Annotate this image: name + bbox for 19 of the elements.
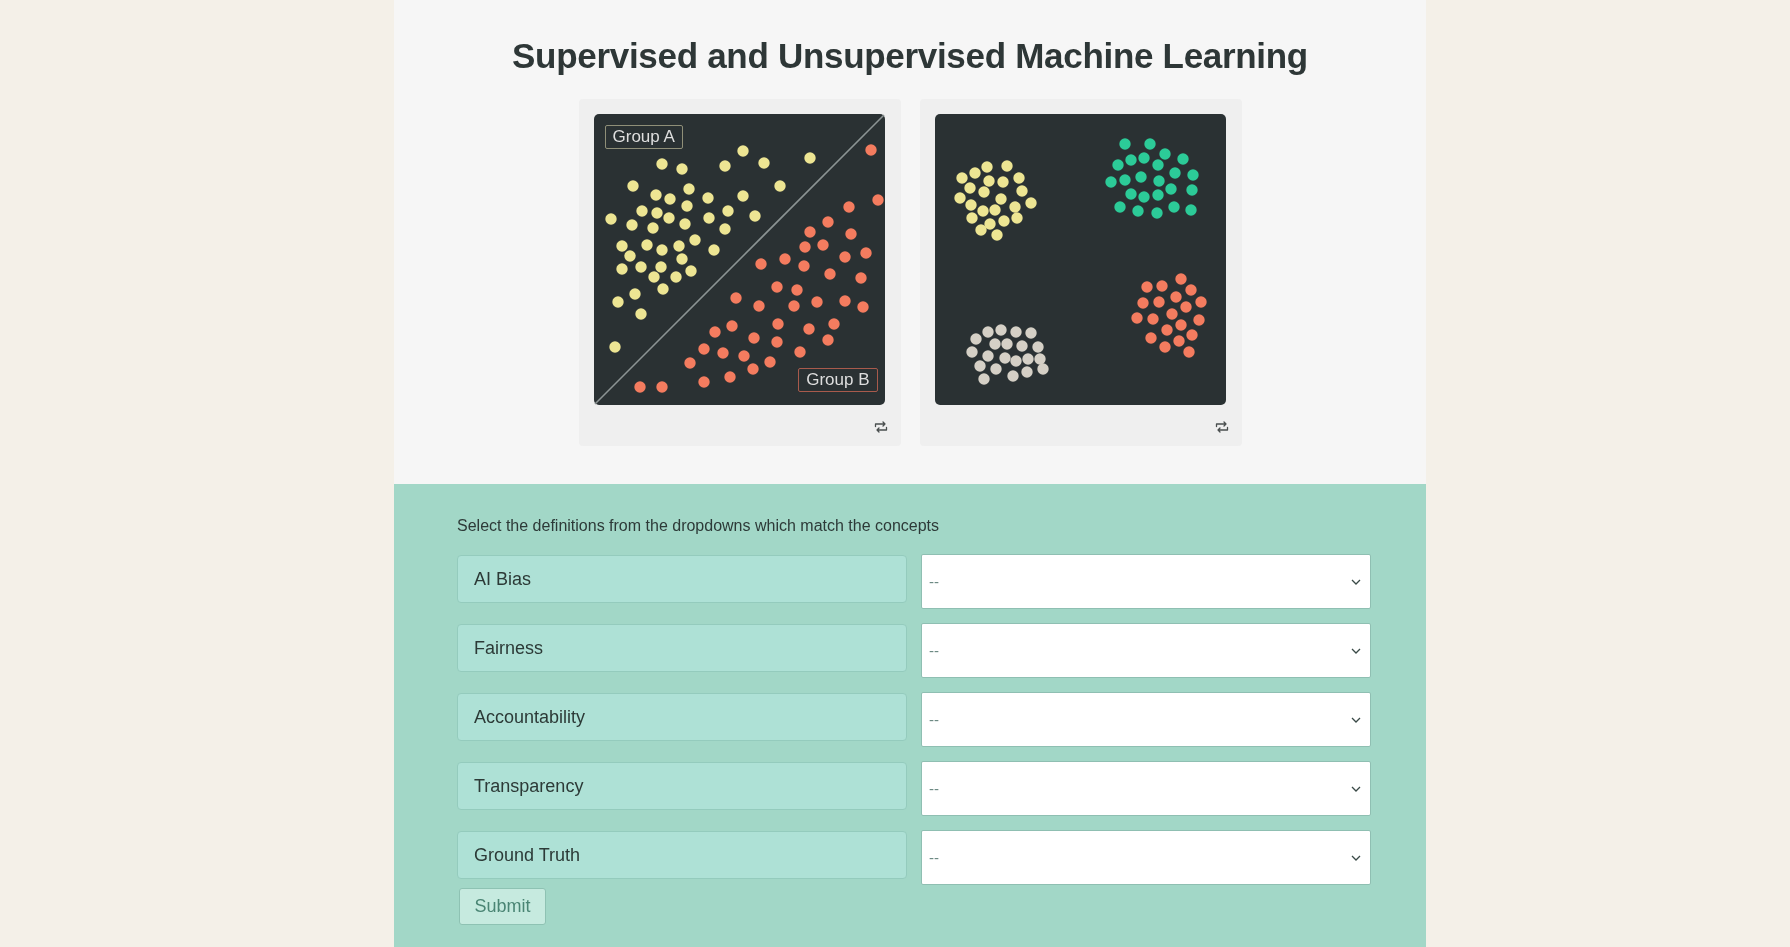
caret-icon [1351, 647, 1361, 654]
definition-dropdown[interactable]: -- [921, 761, 1371, 816]
caret-icon [1351, 785, 1361, 792]
concept-label: Accountability [457, 693, 907, 741]
concept-label: Transparency [457, 762, 907, 810]
caret-icon [1351, 578, 1361, 585]
definition-dropdown[interactable]: -- [921, 830, 1371, 885]
definition-dropdown[interactable]: -- [921, 692, 1371, 747]
repeat-icon[interactable] [1214, 421, 1229, 433]
definition-dropdown[interactable]: -- [921, 623, 1371, 678]
concept-label: Fairness [457, 624, 907, 672]
page-title: Supervised and Unsupervised Machine Learning [511, 35, 1309, 77]
definition-dropdown[interactable]: -- [921, 554, 1371, 609]
caret-icon [1351, 716, 1361, 723]
concept-label: AI Bias [457, 555, 907, 603]
caret-icon [1351, 854, 1361, 861]
concept-label: Ground Truth [457, 831, 907, 879]
repeat-icon[interactable] [873, 421, 888, 433]
instruction-text: Select the definitions from the dropdowns which match the concepts [457, 516, 940, 536]
